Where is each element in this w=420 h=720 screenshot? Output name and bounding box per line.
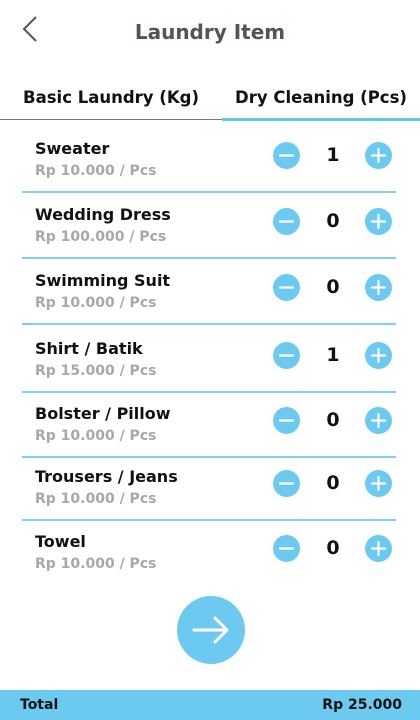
plus-icon (370, 213, 387, 230)
row-divider (22, 257, 396, 259)
item-quantity: 1 (326, 344, 340, 366)
item-name: Bolster / Pillow (35, 404, 171, 423)
total-value: Rp 25.000 (322, 697, 402, 713)
item-name: Towel (35, 532, 86, 551)
quantity-stepper: 0 (273, 470, 393, 498)
row-divider (22, 191, 396, 193)
item-name: Sweater (35, 139, 110, 158)
list-item: Wedding Dress Rp 100.000 / Pcs 0 (0, 194, 420, 259)
item-quantity: 0 (326, 210, 340, 232)
page-title: Laundry Item (134, 20, 286, 44)
minus-icon (278, 286, 295, 289)
quantity-stepper: 1 (273, 142, 393, 170)
item-price: Rp 100.000 / Pcs (35, 229, 167, 245)
item-name: Shirt / Batik (35, 339, 143, 358)
tab-basic-laundry[interactable]: Basic Laundry (Kg) (0, 76, 222, 120)
item-price: Rp 15.000 / Pcs (35, 363, 157, 379)
plus-icon (370, 540, 387, 557)
quantity-stepper: 0 (273, 407, 393, 435)
total-label: Total (20, 697, 59, 713)
minus-icon (278, 220, 295, 223)
minus-icon (278, 547, 295, 550)
decrease-button[interactable] (273, 208, 300, 235)
row-divider (22, 323, 396, 325)
next-button[interactable] (177, 596, 245, 664)
item-quantity: 0 (326, 472, 340, 494)
item-price: Rp 10.000 / Pcs (35, 428, 157, 444)
plus-icon (370, 147, 387, 164)
increase-button[interactable] (365, 274, 392, 301)
list-item: Shirt / Batik Rp 15.000 / Pcs 1 (0, 328, 420, 393)
decrease-button[interactable] (273, 142, 300, 169)
item-quantity: 0 (326, 276, 340, 298)
decrease-button[interactable] (273, 407, 300, 434)
item-name: Wedding Dress (35, 205, 171, 224)
increase-button[interactable] (365, 208, 392, 235)
item-price: Rp 10.000 / Pcs (35, 295, 157, 311)
item-name: Trousers / Jeans (35, 467, 178, 486)
plus-icon (370, 347, 387, 364)
list-item: Bolster / Pillow Rp 10.000 / Pcs 0 (0, 393, 420, 458)
active-tab-indicator (222, 118, 420, 121)
minus-icon (278, 154, 295, 157)
increase-button[interactable] (365, 142, 392, 169)
decrease-button[interactable] (273, 342, 300, 369)
minus-icon (278, 482, 295, 485)
plus-icon (370, 475, 387, 492)
increase-button[interactable] (365, 342, 392, 369)
list-item: Towel Rp 10.000 / Pcs 0 (0, 521, 420, 586)
quantity-stepper: 0 (273, 535, 393, 563)
total-bar: Total Rp 25.000 (0, 690, 420, 720)
increase-button[interactable] (365, 535, 392, 562)
item-quantity: 1 (326, 144, 340, 166)
item-price: Rp 10.000 / Pcs (35, 491, 157, 507)
item-price: Rp 10.000 / Pcs (35, 556, 157, 572)
increase-button[interactable] (365, 470, 392, 497)
category-tabs: Basic Laundry (Kg) Dry Cleaning (Pcs) (0, 76, 420, 122)
list-item: Sweater Rp 10.000 / Pcs 1 (0, 128, 420, 193)
increase-button[interactable] (365, 407, 392, 434)
item-price: Rp 10.000 / Pcs (35, 163, 157, 179)
item-name: Swimming Suit (35, 271, 171, 290)
list-item: Trousers / Jeans Rp 10.000 / Pcs 0 (0, 456, 420, 521)
app-header: Laundry Item (0, 0, 420, 66)
plus-icon (370, 412, 387, 429)
quantity-stepper: 1 (273, 342, 393, 370)
item-quantity: 0 (326, 409, 340, 431)
tab-dry-cleaning[interactable]: Dry Cleaning (Pcs) (222, 76, 420, 120)
decrease-button[interactable] (273, 274, 300, 301)
plus-icon (370, 279, 387, 296)
minus-icon (278, 354, 295, 357)
quantity-stepper: 0 (273, 208, 393, 236)
minus-icon (278, 419, 295, 422)
quantity-stepper: 0 (273, 274, 393, 302)
arrow-right-icon (192, 616, 229, 644)
decrease-button[interactable] (273, 535, 300, 562)
decrease-button[interactable] (273, 470, 300, 497)
list-item: Swimming Suit Rp 10.000 / Pcs 0 (0, 260, 420, 325)
tab-divider (0, 119, 222, 120)
item-quantity: 0 (326, 537, 340, 559)
